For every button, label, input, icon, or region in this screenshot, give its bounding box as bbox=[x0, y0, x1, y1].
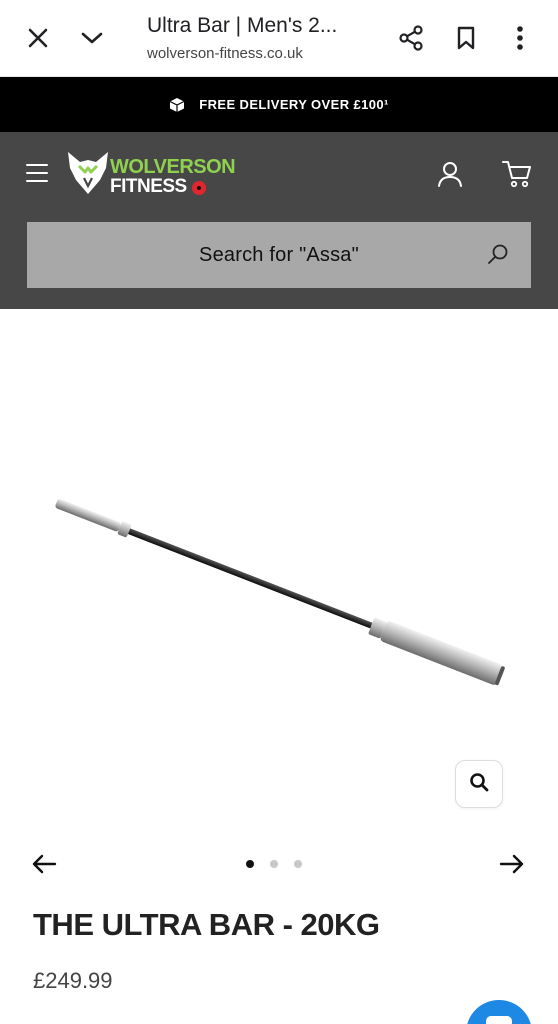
carousel-dot[interactable] bbox=[246, 860, 254, 868]
share-icon[interactable] bbox=[395, 22, 427, 54]
site-logo[interactable]: WOLVERSON FITNESS bbox=[66, 148, 256, 202]
bookmark-icon[interactable] bbox=[450, 22, 482, 54]
product-price: £249.99 bbox=[33, 968, 113, 993]
chat-button[interactable] bbox=[466, 1000, 532, 1024]
search-input[interactable]: Search for "Assa" bbox=[27, 222, 531, 288]
account-icon[interactable] bbox=[436, 160, 464, 188]
previous-arrow-icon[interactable] bbox=[30, 850, 58, 878]
more-options-icon[interactable] bbox=[504, 22, 536, 54]
browser-toolbar: Ultra Bar | Men's 2... wolverson-fitness… bbox=[0, 0, 558, 77]
magnifier-icon bbox=[469, 772, 489, 797]
next-arrow-icon[interactable] bbox=[498, 850, 526, 878]
poppy-icon bbox=[192, 181, 206, 195]
page-url: wolverson-fitness.co.uk bbox=[147, 45, 303, 62]
promo-text: FREE DELIVERY OVER £100¹ bbox=[199, 97, 389, 112]
cart-icon[interactable] bbox=[502, 160, 532, 188]
chat-icon bbox=[486, 1016, 512, 1024]
search-icon[interactable] bbox=[487, 243, 509, 265]
chevron-down-icon[interactable] bbox=[76, 22, 108, 54]
delivery-promo-banner[interactable]: FREE DELIVERY OVER £100¹ bbox=[0, 77, 558, 132]
logo-text-fitness: FITNESS bbox=[110, 176, 187, 197]
product-title: THE ULTRA BAR - 20KG bbox=[33, 907, 380, 942]
package-icon bbox=[169, 97, 185, 113]
zoom-button[interactable] bbox=[455, 760, 503, 808]
wolf-logo-icon bbox=[68, 152, 108, 194]
site-header: WOLVERSON FITNESS Search for "Assa" bbox=[0, 132, 558, 309]
page-title: Ultra Bar | Men's 2... bbox=[147, 14, 338, 37]
carousel-dot[interactable] bbox=[294, 860, 302, 868]
carousel-dot[interactable] bbox=[270, 860, 278, 868]
menu-icon[interactable] bbox=[26, 161, 48, 185]
close-icon[interactable] bbox=[22, 22, 54, 54]
carousel-dots bbox=[246, 860, 302, 868]
search-placeholder: Search for "Assa" bbox=[199, 243, 359, 266]
